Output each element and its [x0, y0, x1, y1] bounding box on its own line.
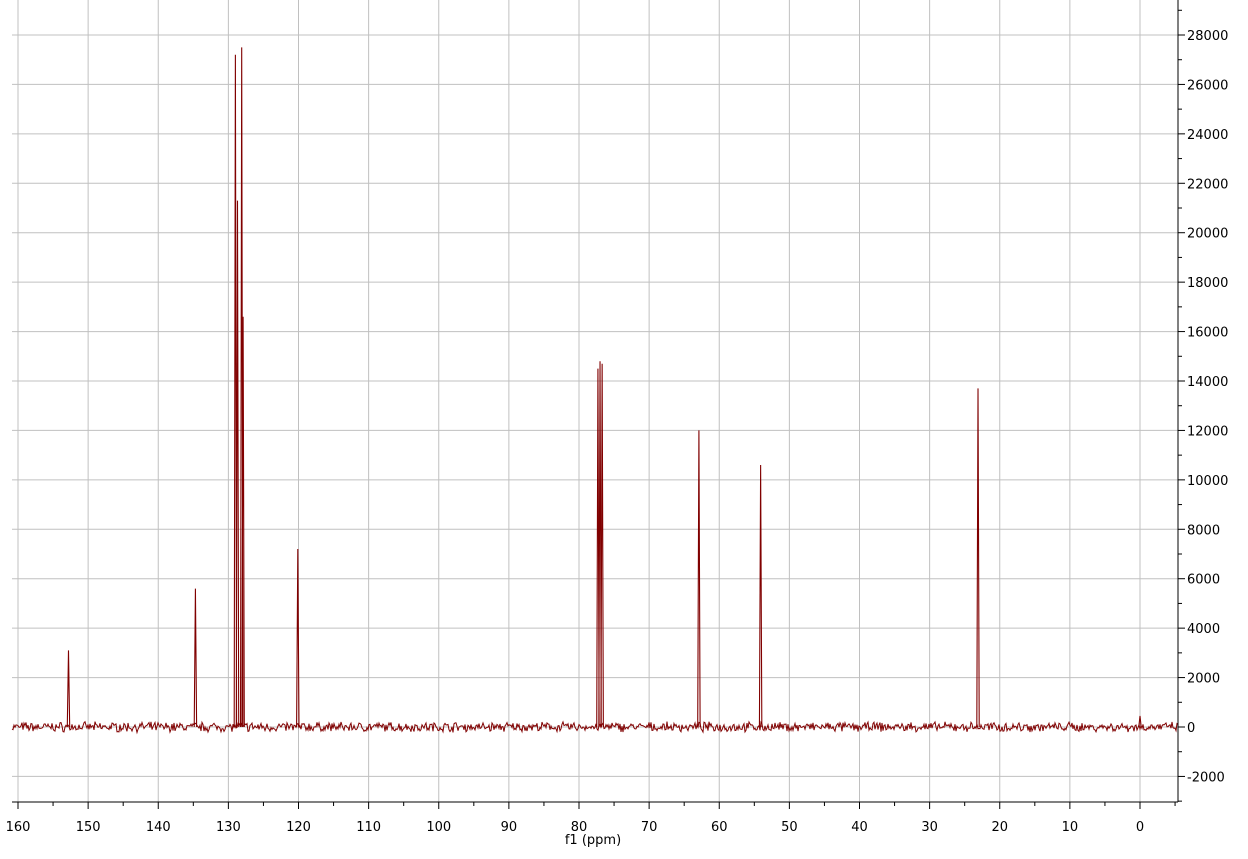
x-tick-label: 40: [851, 820, 868, 835]
y-tick-label: 18000: [1187, 276, 1228, 291]
y-tick-label: 2000: [1187, 672, 1220, 687]
y-tick-label: 6000: [1187, 573, 1220, 588]
y-tick-label: 12000: [1187, 424, 1228, 439]
y-tick-label: 28000: [1187, 29, 1228, 44]
y-tick-label: 4000: [1187, 622, 1220, 637]
x-tick-label: 130: [216, 820, 241, 835]
y-tick-label: 20000: [1187, 227, 1228, 242]
y-tick-label: 10000: [1187, 474, 1228, 489]
x-tick-label: 150: [76, 820, 101, 835]
y-tick-label: -2000: [1187, 770, 1225, 785]
plot-background: [0, 0, 1248, 859]
x-axis-title: f1 (ppm): [565, 833, 621, 848]
y-tick-label: 24000: [1187, 128, 1228, 143]
x-tick-label: 160: [6, 820, 31, 835]
y-tick-label: 14000: [1187, 375, 1228, 390]
x-tick-label: 110: [356, 820, 381, 835]
x-tick-label: 120: [286, 820, 311, 835]
x-tick-label: 90: [501, 820, 518, 835]
x-tick-label: 30: [921, 820, 938, 835]
y-tick-label: 26000: [1187, 78, 1228, 93]
x-tick-label: 60: [711, 820, 728, 835]
x-tick-label: 50: [781, 820, 798, 835]
x-tick-label: 140: [146, 820, 171, 835]
x-tick-label: 100: [426, 820, 451, 835]
y-tick-label: 22000: [1187, 177, 1228, 192]
y-tick-label: 16000: [1187, 326, 1228, 341]
x-tick-label: 70: [641, 820, 658, 835]
x-tick-label: 0: [1136, 820, 1144, 835]
x-tick-label: 20: [991, 820, 1008, 835]
x-tick-label: 10: [1062, 820, 1079, 835]
y-tick-label: 8000: [1187, 523, 1220, 538]
nmr-spectrum-chart: 160 150 140 130 120 110 100 90 80 70 60 50 40 30 20 10 0…: [0, 0, 1248, 859]
y-tick-label: 0: [1187, 721, 1195, 736]
